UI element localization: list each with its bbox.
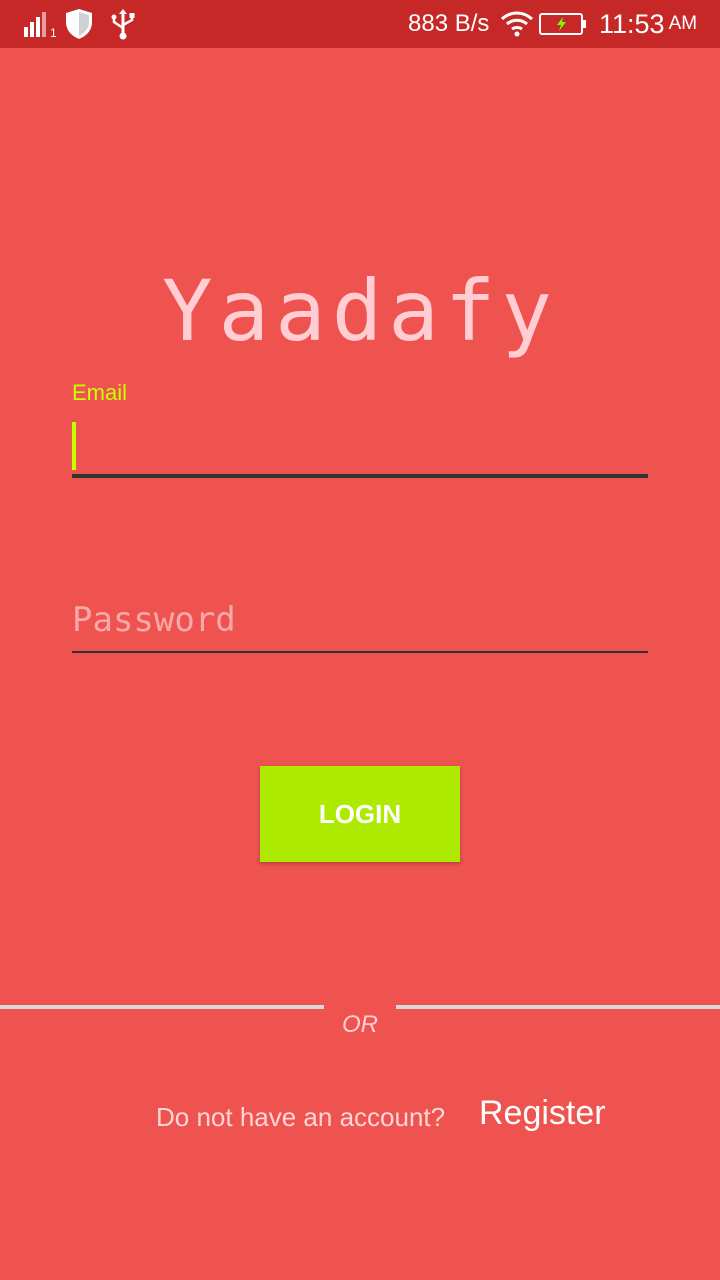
- email-underline: [72, 474, 648, 478]
- email-label: Email: [72, 380, 128, 405]
- clock-time: 11:53: [599, 8, 665, 39]
- signal-icon: 1: [22, 0, 57, 48]
- text-cursor: [72, 422, 76, 470]
- clock-ampm: AM: [668, 13, 698, 34]
- email-field[interactable]: [72, 420, 648, 476]
- divider-left: [0, 1005, 324, 1009]
- network-speed: 883 B/s: [408, 10, 490, 37]
- password-underline: [72, 651, 648, 653]
- status-bar: 1 883 B/s 11:53 AM: [0, 0, 720, 48]
- login-button[interactable]: LOGIN: [260, 766, 460, 862]
- usb-icon: [110, 0, 136, 48]
- battery-charging-icon: [539, 0, 587, 48]
- password-field[interactable]: [72, 590, 648, 650]
- divider-right: [396, 1005, 720, 1009]
- shield-icon: [64, 0, 94, 48]
- no-account-text: Do not have an account?: [156, 1102, 446, 1132]
- wifi-icon: [500, 0, 534, 48]
- clock: 11:53 AM: [599, 0, 697, 48]
- or-separator: OR: [342, 1011, 378, 1038]
- signal-sim-number: 1: [50, 26, 57, 40]
- register-link[interactable]: Register: [479, 1094, 606, 1133]
- app-title: Yaadafy: [161, 262, 558, 360]
